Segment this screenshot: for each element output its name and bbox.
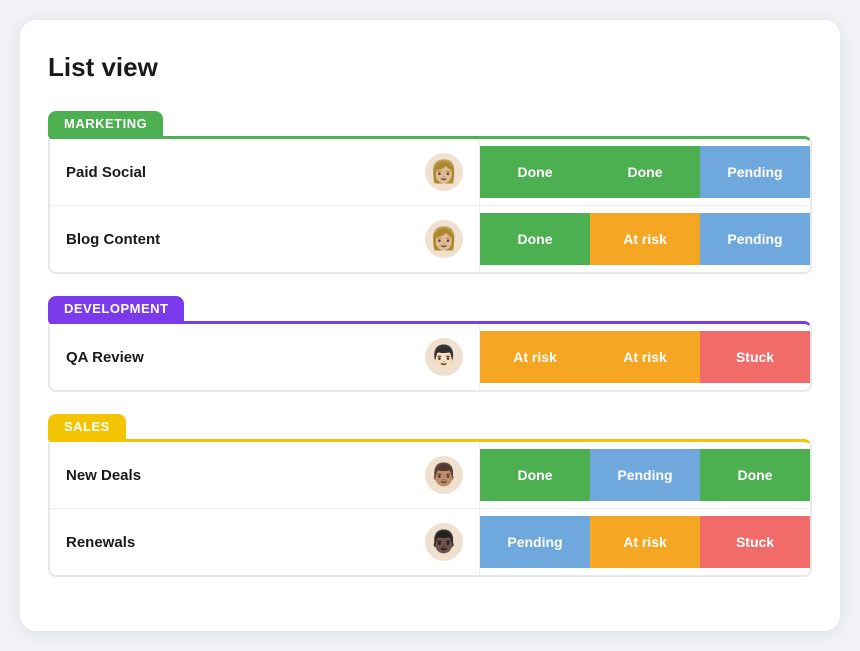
group-rows-development: QA Review👨🏻At riskAt riskStuck — [48, 321, 812, 392]
row-name: QA Review — [66, 349, 144, 366]
status-cell: Stuck — [700, 331, 810, 383]
status-cell: Pending — [480, 516, 590, 568]
status-cell: Done — [480, 146, 590, 198]
status-cells: DoneAt riskPending — [480, 213, 810, 265]
group-header-development: DEVELOPMENT — [48, 296, 184, 321]
row-label: Blog Content 👩🏼 — [50, 206, 480, 272]
table-row: Renewals 👨🏿 PendingAt riskStuck — [50, 509, 810, 575]
row-name: Paid Social — [66, 164, 146, 181]
page-title: List view — [48, 52, 812, 83]
group-rows-sales: New Deals👨🏽DonePendingDoneRenewals👨🏿Pend… — [48, 439, 812, 577]
status-cell: At risk — [590, 213, 700, 265]
groups-container: MARKETINGPaid Social👩🏼DoneDonePendingBlo… — [48, 111, 812, 577]
table-row: New Deals 👨🏽 DonePendingDone — [50, 442, 810, 509]
status-cell: Done — [700, 449, 810, 501]
row-label: Paid Social 👩🏼 — [50, 139, 480, 205]
status-cell: Done — [480, 449, 590, 501]
status-cell: Pending — [700, 213, 810, 265]
status-cell: Stuck — [700, 516, 810, 568]
row-label: QA Review 👨🏻 — [50, 324, 480, 390]
row-label: Renewals 👨🏿 — [50, 509, 480, 575]
avatar: 👩🏼 — [425, 153, 463, 191]
group-sales: SALESNew Deals👨🏽DonePendingDoneRenewals👨… — [48, 414, 812, 577]
row-name: Blog Content — [66, 231, 160, 248]
group-rows-marketing: Paid Social👩🏼DoneDonePendingBlog Content… — [48, 136, 812, 274]
group-marketing: MARKETINGPaid Social👩🏼DoneDonePendingBlo… — [48, 111, 812, 274]
status-cells: At riskAt riskStuck — [480, 331, 810, 383]
status-cell: Pending — [700, 146, 810, 198]
status-cells: PendingAt riskStuck — [480, 516, 810, 568]
table-row: Blog Content 👩🏼 DoneAt riskPending — [50, 206, 810, 272]
avatar: 👨🏿 — [425, 523, 463, 561]
status-cells: DonePendingDone — [480, 449, 810, 501]
row-name: New Deals — [66, 467, 141, 484]
main-card: List view MARKETINGPaid Social👩🏼DoneDone… — [20, 20, 840, 631]
status-cell: At risk — [480, 331, 590, 383]
table-row: Paid Social👩🏼DoneDonePending — [50, 139, 810, 206]
status-cell: Pending — [590, 449, 700, 501]
row-label: New Deals 👨🏽 — [50, 442, 480, 508]
status-cell: Done — [590, 146, 700, 198]
row-name: Renewals — [66, 534, 135, 551]
status-cells: DoneDonePending — [480, 146, 810, 198]
status-cell: At risk — [590, 516, 700, 568]
avatar: 👨🏻 — [425, 338, 463, 376]
status-cell: At risk — [590, 331, 700, 383]
status-cell: Done — [480, 213, 590, 265]
group-header-marketing: MARKETING — [48, 111, 163, 136]
avatar: 👩🏼 — [425, 220, 463, 258]
avatar: 👨🏽 — [425, 456, 463, 494]
table-row: QA Review👨🏻At riskAt riskStuck — [50, 324, 810, 390]
group-development: DEVELOPMENTQA Review👨🏻At riskAt riskStuc… — [48, 296, 812, 392]
group-header-sales: SALES — [48, 414, 126, 439]
